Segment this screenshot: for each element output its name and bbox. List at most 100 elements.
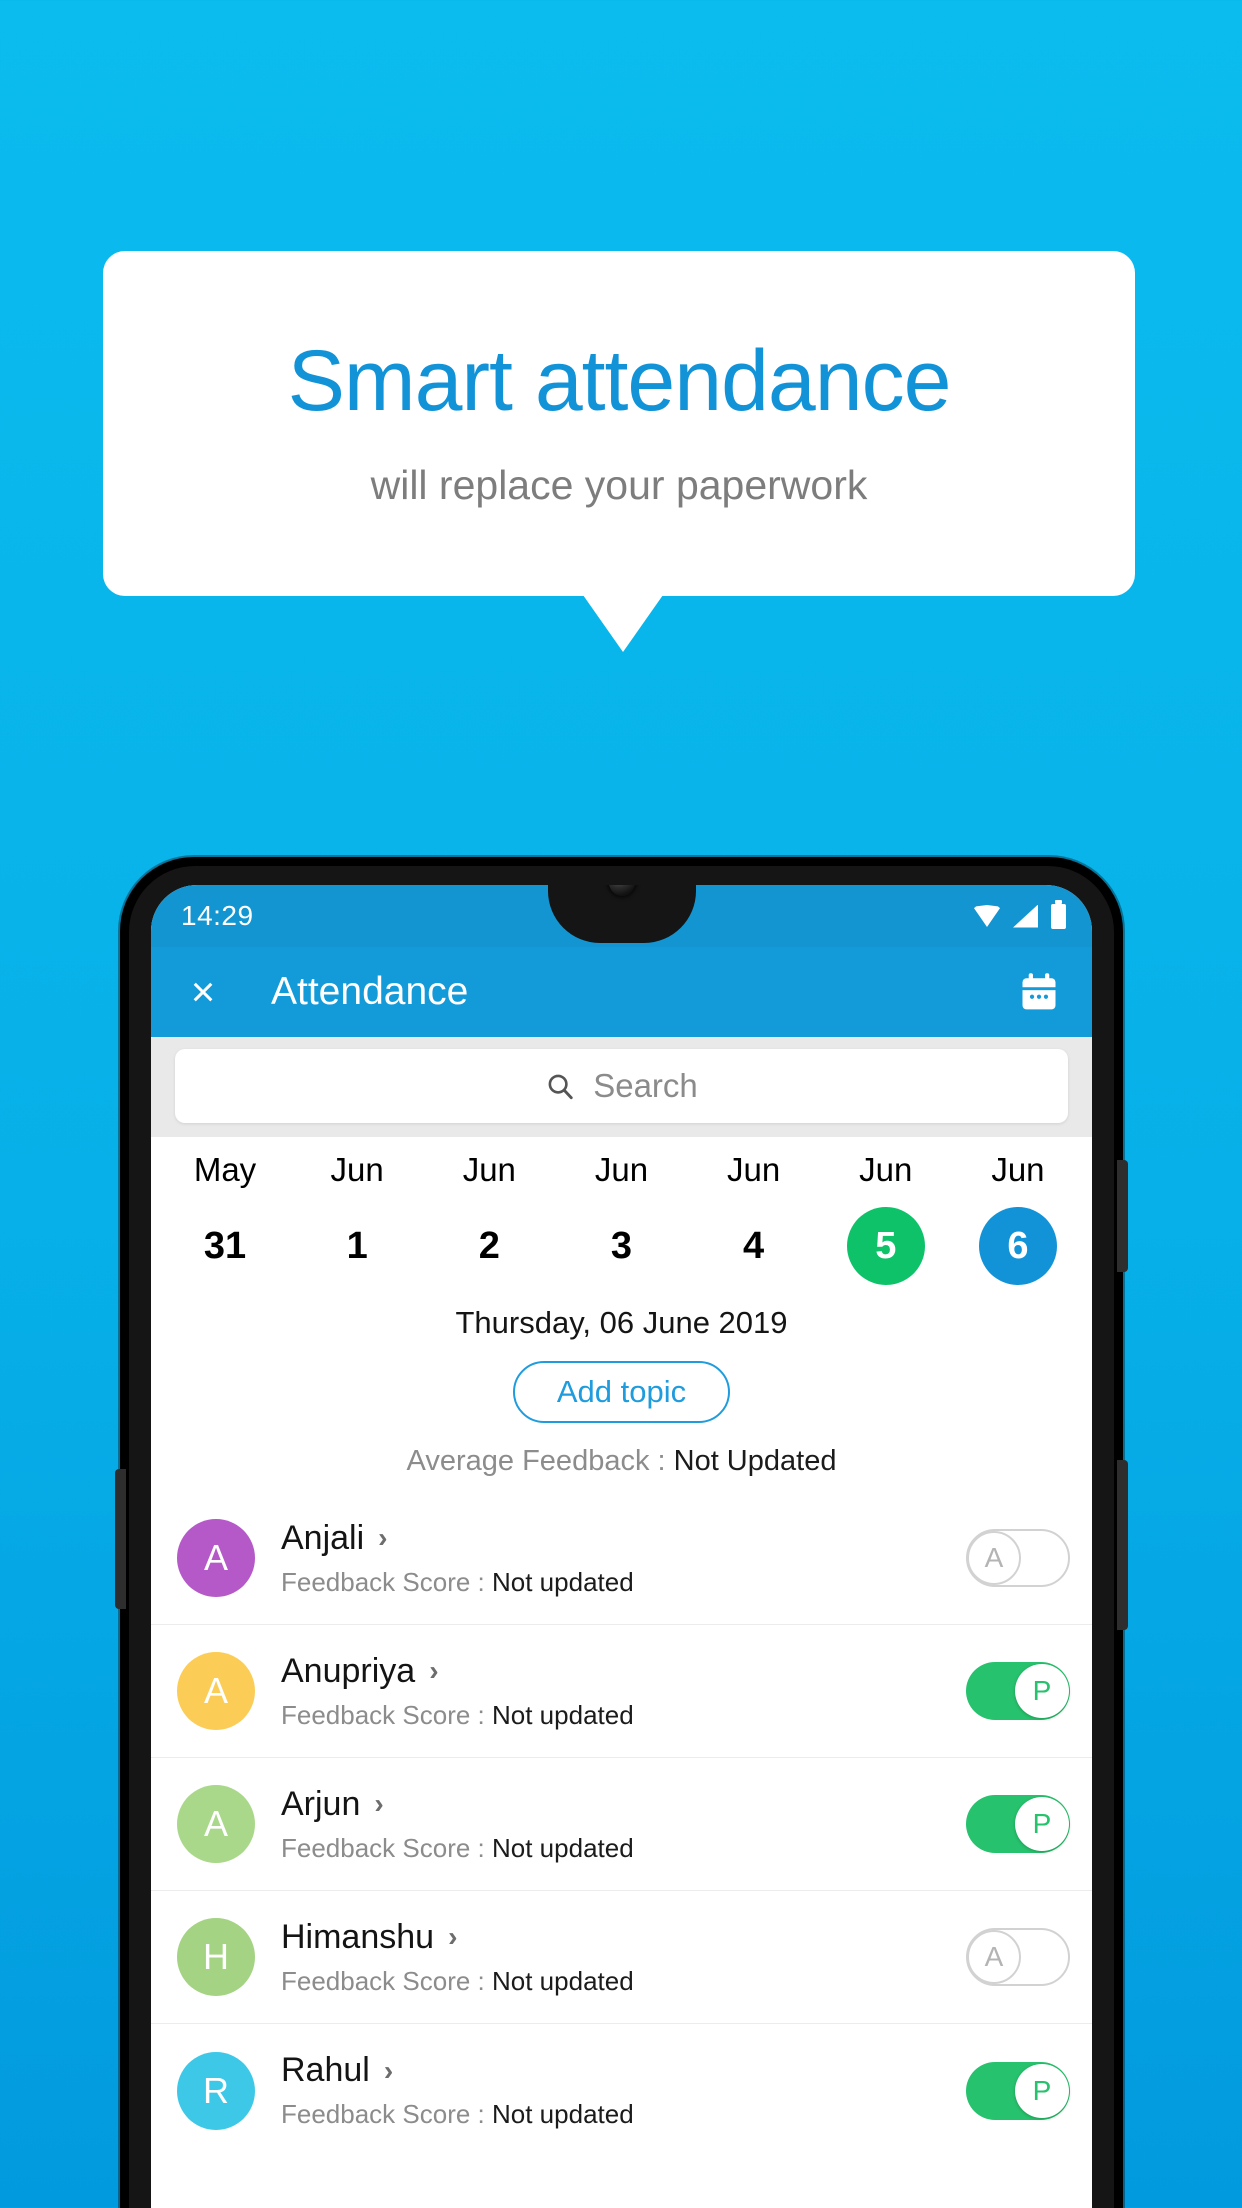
avatar: A [177, 1785, 255, 1864]
date-day: 31 [203, 1224, 247, 1267]
callout-tail [583, 595, 663, 652]
attendance-toggle-knob: P [1015, 1664, 1069, 1719]
feedback-score-label: Feedback Score : [281, 1699, 492, 1730]
attendance-toggle[interactable]: A [966, 1928, 1070, 1987]
student-name-row[interactable]: Himanshu › [281, 1918, 966, 1957]
signal-icon [1013, 904, 1038, 928]
promo-subtitle: will replace your paperwork [370, 462, 868, 508]
search-placeholder: Search [593, 1067, 698, 1104]
date-month: Jun [727, 1151, 781, 1188]
student-info: Anupriya › Feedback Score : Not updated [281, 1652, 966, 1731]
date-day: 1 [346, 1224, 368, 1267]
avatar: R [177, 2051, 255, 2130]
attendance-toggle-knob: A [967, 1531, 1021, 1586]
date-month: Jun [991, 1151, 1045, 1188]
avatar: H [177, 1918, 255, 1997]
date-cell[interactable]: Jun 1 [293, 1151, 421, 1285]
feedback-score-value: Not updated [492, 1566, 634, 1597]
date-cell[interactable]: Jun 4 [690, 1151, 818, 1285]
date-month: May [193, 1151, 257, 1188]
student-list: A Anjali › Feedback Score : Not updated … [151, 1492, 1092, 2157]
student-name: Anjali [281, 1518, 365, 1557]
feedback-score-value: Not updated [492, 1965, 634, 1996]
attendance-toggle-knob: A [967, 1930, 1021, 1985]
attendance-toggle[interactable]: A [966, 1529, 1070, 1588]
phone-side-button-power[interactable] [1117, 1460, 1128, 1630]
student-info: Himanshu › Feedback Score : Not updated [281, 1918, 966, 1997]
date-month: Jun [859, 1151, 913, 1188]
date-month: Jun [462, 1151, 516, 1188]
app-bar: × Attendance [151, 947, 1092, 1037]
date-day-today: 5 [846, 1207, 925, 1285]
status-time: 14:29 [181, 900, 254, 931]
feedback-score-value: Not updated [492, 1699, 634, 1730]
feedback-score: Feedback Score : Not updated [281, 1966, 966, 1997]
phone-mockup: 14:29 × Attendance Search May 31 Jun 1 J… [115, 857, 1128, 2208]
avatar: A [177, 1519, 255, 1598]
average-feedback: Average Feedback : Not Updated [151, 1445, 1092, 1478]
feedback-score-value: Not updated [492, 2099, 634, 2130]
attendance-toggle-knob: P [1015, 2063, 1069, 2118]
feedback-score-label: Feedback Score : [281, 1566, 492, 1597]
promo-callout-card: Smart attendance will replace your paper… [103, 251, 1135, 596]
date-day-selected: 6 [978, 1207, 1057, 1285]
student-row[interactable]: H Himanshu › Feedback Score : Not update… [151, 1891, 1092, 2025]
average-feedback-value: Not Updated [673, 1445, 837, 1478]
chevron-right-icon: › [429, 1655, 439, 1687]
student-row[interactable]: A Anjali › Feedback Score : Not updated … [151, 1492, 1092, 1626]
status-icon-group [974, 899, 1066, 929]
student-row[interactable]: A Arjun › Feedback Score : Not updated P [151, 1758, 1092, 1892]
date-day: 4 [743, 1224, 765, 1267]
attendance-toggle[interactable]: P [966, 2061, 1070, 2120]
student-info: Rahul › Feedback Score : Not updated [281, 2051, 966, 2130]
feedback-score: Feedback Score : Not updated [281, 1567, 966, 1598]
battery-icon [1051, 899, 1066, 929]
date-cell[interactable]: May 31 [161, 1151, 289, 1285]
student-info: Arjun › Feedback Score : Not updated [281, 1785, 966, 1864]
student-info: Anjali › Feedback Score : Not updated [281, 1519, 966, 1598]
avatar: A [177, 1652, 255, 1731]
date-day: 3 [610, 1224, 633, 1267]
student-name-row[interactable]: Arjun › [281, 1785, 966, 1824]
student-name: Rahul [281, 2051, 370, 2090]
date-cell[interactable]: Jun 2 [425, 1151, 553, 1285]
chevron-right-icon: › [374, 1788, 384, 1820]
feedback-score: Feedback Score : Not updated [281, 1833, 966, 1864]
date-month: Jun [594, 1151, 649, 1188]
attendance-toggle[interactable]: P [966, 1795, 1070, 1854]
student-name-row[interactable]: Anjali › [281, 1519, 966, 1558]
feedback-score-label: Feedback Score : [281, 2099, 492, 2130]
calendar-icon[interactable] [1014, 967, 1064, 1017]
phone-screen: 14:29 × Attendance Search May 31 Jun 1 J… [151, 885, 1092, 2208]
date-strip: May 31 Jun 1 Jun 2 Jun 3 Jun 4 Jun 5 Jun… [151, 1137, 1092, 1289]
date-cell[interactable]: Jun 6 [954, 1151, 1082, 1285]
chevron-right-icon: › [378, 1522, 388, 1554]
chevron-right-icon: › [383, 2054, 394, 2086]
search-input[interactable]: Search [175, 1049, 1068, 1123]
student-name: Himanshu [281, 1917, 435, 1956]
date-cell[interactable]: Jun 3 [557, 1151, 685, 1285]
page-title: Attendance [271, 970, 469, 1013]
feedback-score-label: Feedback Score : [281, 1965, 492, 1996]
student-name-row[interactable]: Anupriya › [281, 1652, 966, 1691]
status-bar: 14:29 [151, 885, 1092, 947]
feedback-score: Feedback Score : Not updated [281, 2099, 966, 2130]
phone-side-button-left[interactable] [115, 1469, 126, 1609]
promo-title: Smart attendance [287, 333, 952, 429]
add-topic-row: Add topic [151, 1361, 1092, 1424]
student-name-row[interactable]: Rahul › [281, 2051, 966, 2090]
date-month: Jun [330, 1151, 384, 1188]
student-name: Anupriya [281, 1651, 416, 1690]
search-area: Search [151, 1037, 1092, 1137]
student-row[interactable]: R Rahul › Feedback Score : Not updated P [151, 2024, 1092, 2157]
attendance-toggle-knob: P [1015, 1797, 1069, 1852]
close-icon[interactable]: × [177, 966, 229, 1018]
date-cell[interactable]: Jun 5 [822, 1151, 950, 1285]
feedback-score-value: Not updated [492, 1832, 634, 1863]
attendance-toggle[interactable]: P [966, 1662, 1070, 1721]
add-topic-button[interactable]: Add topic [512, 1361, 731, 1424]
student-row[interactable]: A Anupriya › Feedback Score : Not update… [151, 1625, 1092, 1759]
phone-side-button-volume[interactable] [1117, 1160, 1128, 1272]
feedback-score-label: Feedback Score : [281, 1832, 492, 1863]
feedback-score: Feedback Score : Not updated [281, 1700, 966, 1731]
